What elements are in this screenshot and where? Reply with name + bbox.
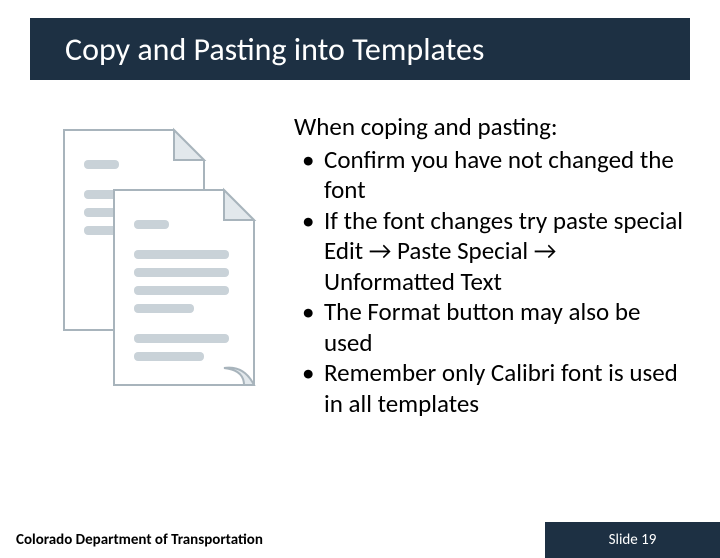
footer-org: Colorado Department of Transportation	[0, 522, 545, 558]
slide-title-bar: Copy and Pasting into Templates	[30, 18, 690, 80]
list-item: Remember only Calibri font is used in al…	[294, 358, 690, 419]
list-item: If the font changes try paste special Ed…	[294, 206, 690, 298]
body-text: When coping and pasting: Confirm you hav…	[264, 112, 690, 419]
footer-slide-number: Slide 19	[545, 522, 720, 558]
list-item: The Format button may also be used	[294, 297, 690, 358]
list-item: Confirm you have not changed the font	[294, 145, 690, 206]
slide-title: Copy and Pasting into Templates	[65, 30, 484, 69]
lead-text: When coping and pasting:	[294, 112, 690, 143]
bullet-list: Confirm you have not changed the font If…	[294, 145, 690, 420]
footer: Colorado Department of Transportation Sl…	[0, 522, 720, 558]
content-area: When coping and pasting: Confirm you hav…	[0, 80, 720, 419]
documents-icon	[44, 112, 264, 419]
